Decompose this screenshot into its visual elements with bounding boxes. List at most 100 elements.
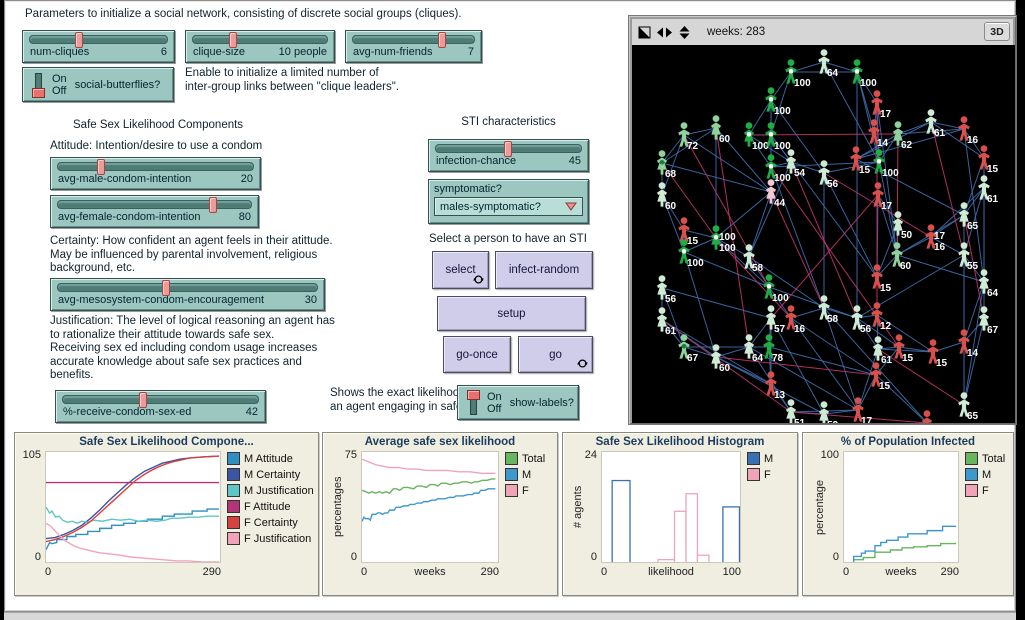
agent-male[interactable]: 60 (891, 242, 911, 272)
agent-male[interactable]: 72 (678, 122, 698, 152)
infect-random-button[interactable]: infect-random (495, 251, 593, 289)
social-butterflies-switch[interactable]: OnOff social-butterflies? (22, 67, 174, 102)
agent-male[interactable]: 13 (765, 371, 785, 401)
agent-female[interactable]: 68 (657, 150, 677, 180)
show-labels-switch[interactable]: OnOff show-labels? (457, 385, 579, 420)
agent-female[interactable]: 52 (819, 401, 839, 423)
agent-female[interactable]: 50 (893, 211, 913, 241)
network-link (769, 347, 876, 375)
agent-female[interactable]: 100100 (711, 225, 736, 254)
infection-chance-slider[interactable]: infection-chance45 (428, 139, 589, 172)
agent-label: 100 (774, 173, 791, 184)
avg-num-friends-slider[interactable]: avg-num-friends7 (345, 30, 482, 63)
slider-track[interactable] (62, 395, 259, 404)
avg-female-condom-intention-slider[interactable]: avg-female-condom-intention80 (50, 195, 259, 228)
switch-knob[interactable] (32, 88, 45, 98)
num-cliques-slider[interactable]: num-cliques6 (22, 30, 175, 63)
agent-label: 68 (665, 169, 677, 180)
slider-handle[interactable] (139, 392, 147, 408)
legend-swatch (227, 468, 240, 481)
switch-knob[interactable] (467, 390, 480, 400)
slider-handle[interactable] (438, 32, 446, 48)
avg-male-condom-intention-slider[interactable]: avg-male-condom-intention20 (50, 157, 261, 190)
agent-female[interactable]: 100 (744, 122, 769, 152)
agent-female[interactable]: 61 (657, 307, 677, 337)
slider-track[interactable] (29, 35, 168, 44)
select-button[interactable]: select (432, 251, 489, 289)
slider-track[interactable] (57, 162, 254, 171)
slider-handle[interactable] (229, 32, 237, 48)
agent-female[interactable]: 56 (657, 275, 677, 305)
slider-label: infection-chance (436, 155, 516, 167)
agent-label: 100 (719, 243, 736, 254)
agent-male[interactable]: 15 (927, 339, 947, 369)
slider-value: 10 people (279, 46, 327, 58)
slider-handle[interactable] (504, 141, 512, 157)
agent-male[interactable]: 15 (978, 145, 998, 175)
agent-label: 67 (987, 325, 999, 336)
chooser-field[interactable]: males-symptomatic? (434, 197, 583, 216)
view-resize-icon[interactable] (638, 26, 651, 39)
legend-entry: Total (505, 452, 545, 465)
symptomatic-chooser[interactable]: symptomatic? males-symptomatic? (428, 179, 589, 224)
agent-male[interactable]: 15 (870, 362, 890, 392)
agent-male[interactable]: 16 (958, 116, 978, 146)
agent-male[interactable]: 64 (818, 49, 838, 79)
agent-male[interactable]: 100 (765, 154, 791, 184)
button-label: go (549, 349, 562, 361)
go-once-button[interactable]: go-once (443, 336, 511, 373)
agent-male[interactable]: 17 (871, 90, 891, 120)
switch-toggle[interactable] (463, 390, 485, 416)
network-link (662, 135, 684, 163)
setup-button[interactable]: setup (437, 296, 586, 331)
agent-female[interactable]: 60 (711, 115, 731, 145)
window-scrollbar[interactable] (4, 612, 1016, 620)
agent-label: 67 (687, 353, 699, 364)
receive-condom-sex-ed-slider[interactable]: %-receive-condom-sex-ed42 (55, 390, 266, 423)
agent-label: 100 (860, 78, 877, 89)
x-tick: 100 (723, 566, 741, 578)
slider-track[interactable] (57, 283, 318, 292)
slider-handle[interactable] (162, 280, 170, 296)
world-canvas[interactable]: 1006410017100607210010068100545615100146… (632, 45, 1015, 423)
view-width-icon[interactable] (657, 26, 672, 39)
clique-size-slider[interactable]: clique-size 10 people (185, 30, 335, 63)
agent-male[interactable]: 16 (785, 305, 805, 335)
slider-track[interactable] (57, 200, 252, 209)
switch-off-label: Off (52, 85, 67, 97)
x-tick: 0 (45, 566, 51, 578)
legend-label: M (522, 469, 531, 481)
slider-handle[interactable] (97, 159, 105, 175)
agent-male[interactable]: 65 (958, 392, 978, 422)
agent-male[interactable]: 100 (851, 59, 877, 89)
agent-male[interactable]: 100 (785, 59, 811, 89)
slider-track[interactable] (352, 35, 475, 44)
avg-mesosystem-condom-encouragement-slider[interactable]: avg-mesosystem-condom-encouragement30 (50, 278, 325, 311)
slider-track[interactable] (192, 35, 328, 44)
go-button[interactable]: go (518, 336, 593, 373)
slider-track[interactable] (435, 144, 582, 153)
agent-male[interactable]: 56 (851, 305, 871, 335)
legend-entry: M Justification (227, 484, 314, 497)
switch-toggle[interactable] (28, 72, 50, 98)
x-tick: 290 (941, 566, 959, 578)
agent-female[interactable]: 67 (979, 306, 999, 336)
legend-label: M (982, 469, 991, 481)
agent-female[interactable]: 60 (657, 182, 677, 212)
agent-female[interactable] (922, 410, 932, 423)
agent-male[interactable]: 78 (763, 334, 783, 364)
view-height-icon[interactable] (678, 26, 691, 39)
legend-swatch (505, 468, 518, 481)
slider-handle[interactable] (209, 197, 217, 213)
y-tick: 100 (821, 449, 839, 461)
agent-male[interactable]: 12 (871, 302, 891, 332)
agent-male[interactable]: 100 (765, 87, 791, 117)
agent-female[interactable]: 64 (744, 334, 764, 364)
switch-off-label: Off (487, 403, 502, 415)
slider-label: clique-size (193, 46, 245, 58)
agent-male[interactable]: 15 (871, 264, 891, 294)
agent-label: 12 (880, 321, 892, 332)
agent-label: 50 (901, 230, 913, 241)
3d-button[interactable]: 3D (984, 22, 1010, 41)
slider-handle[interactable] (75, 32, 83, 48)
